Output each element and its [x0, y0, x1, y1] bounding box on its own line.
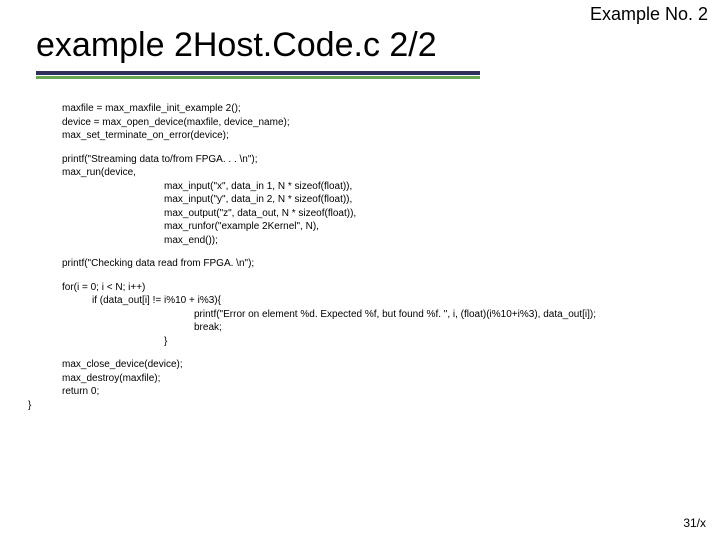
- code-block-5: max_close_device(device); max_destroy(ma…: [62, 358, 706, 412]
- code-line: }: [28, 399, 706, 413]
- code-line: max_input("x", data_in 1, N * sizeof(flo…: [62, 180, 706, 194]
- code-line: max_output("z", data_out, N * sizeof(flo…: [62, 207, 706, 221]
- slide: Example No. 2 example 2Host.Code.c 2/2 m…: [0, 0, 720, 540]
- code-line: max_close_device(device);: [62, 358, 706, 372]
- code-line: max_destroy(maxfile);: [62, 372, 706, 386]
- title-underline-dark: [36, 71, 480, 75]
- code-block-1: maxfile = max_maxfile_init_example 2(); …: [62, 102, 706, 143]
- code-block-2: printf("Streaming data to/from FPGA. . .…: [62, 153, 706, 248]
- code-block-3: printf("Checking data read from FPGA. \n…: [62, 257, 706, 271]
- title-underline-green: [36, 76, 480, 79]
- code-line: max_run(device,: [62, 166, 706, 180]
- code-line: maxfile = max_maxfile_init_example 2();: [62, 102, 706, 116]
- code-body: maxfile = max_maxfile_init_example 2(); …: [62, 102, 706, 422]
- code-line: max_runfor("example 2Kernel", N),: [62, 220, 706, 234]
- code-line: printf("Streaming data to/from FPGA. . .…: [62, 153, 706, 167]
- code-line: max_set_terminate_on_error(device);: [62, 129, 706, 143]
- code-block-4: for(i = 0; i < N; i++) if (data_out[i] !…: [62, 281, 706, 349]
- code-line: max_end());: [62, 234, 706, 248]
- code-line: printf("Checking data read from FPGA. \n…: [62, 257, 706, 271]
- code-line: for(i = 0; i < N; i++): [62, 281, 706, 295]
- code-line: }: [62, 335, 706, 349]
- code-line: return 0;: [62, 385, 706, 399]
- code-line: printf("Error on element %d. Expected %f…: [62, 308, 706, 322]
- code-line: break;: [62, 321, 706, 335]
- slide-title: example 2Host.Code.c 2/2: [36, 26, 700, 65]
- title-area: example 2Host.Code.c 2/2: [36, 26, 700, 79]
- code-line: device = max_open_device(maxfile, device…: [62, 116, 706, 130]
- code-line: if (data_out[i] != i%10 + i%3){: [62, 294, 706, 308]
- code-line: max_input("y", data_in 2, N * sizeof(flo…: [62, 193, 706, 207]
- example-number-label: Example No. 2: [590, 4, 708, 25]
- title-underline: [36, 71, 480, 79]
- page-number: 31/x: [683, 516, 706, 530]
